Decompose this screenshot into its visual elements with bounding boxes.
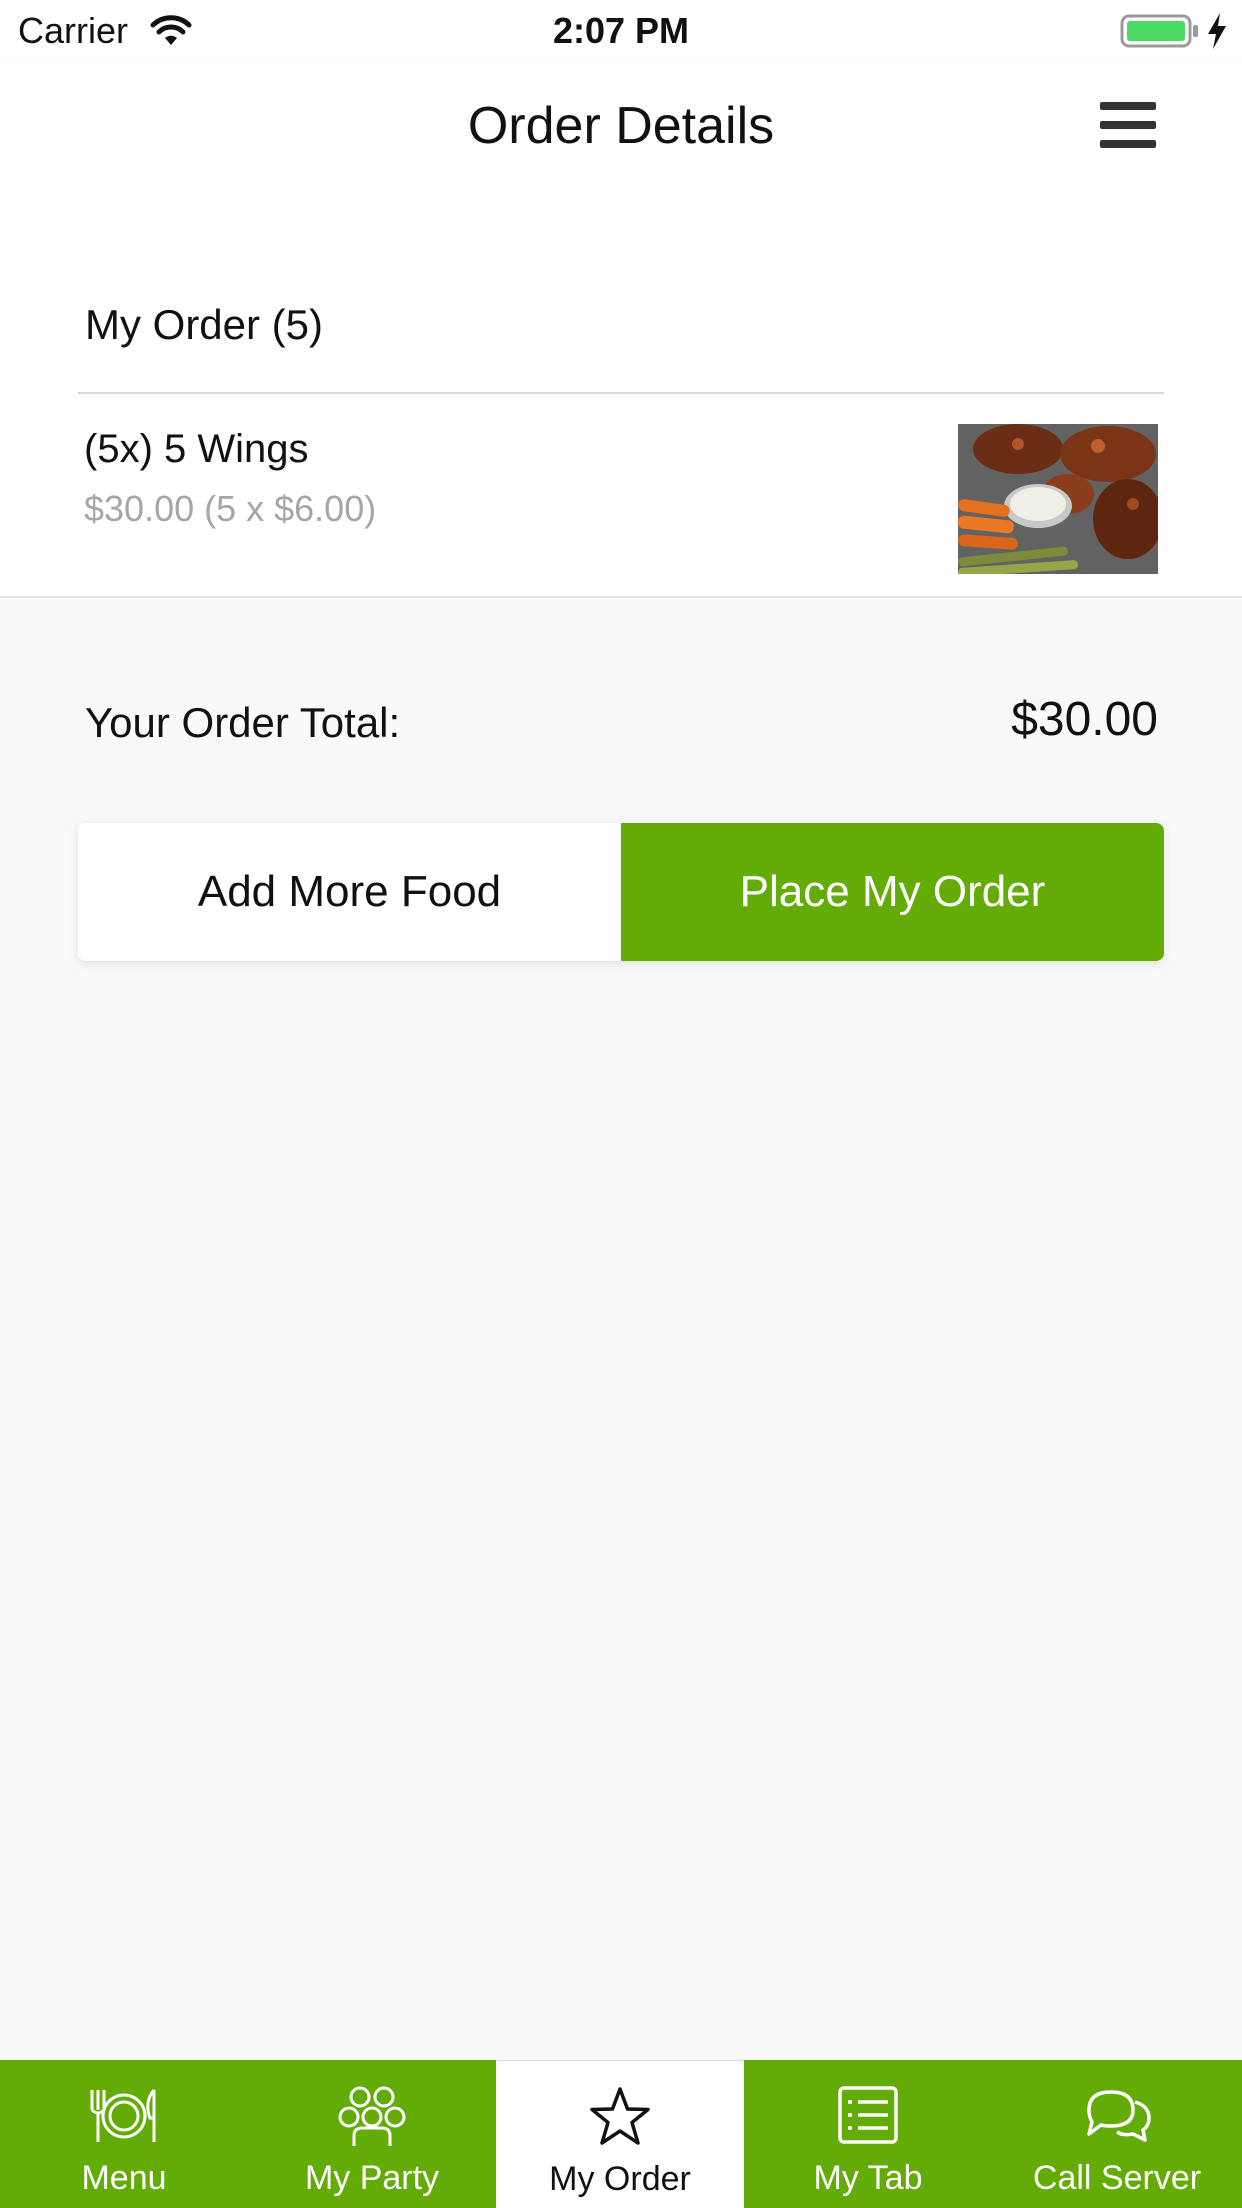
- charging-bolt-icon: [1208, 13, 1226, 49]
- order-item-image: [958, 424, 1158, 574]
- chat-bubbles-icon: [1087, 2090, 1151, 2142]
- tab-my-order[interactable]: My Order: [496, 2060, 744, 2208]
- tab-menu-label: Menu: [81, 2159, 167, 2197]
- order-item-name: (5x) 5 Wings: [84, 427, 309, 471]
- status-bar: Carrier 2:07 PM: [0, 0, 1242, 62]
- status-time: 2:07 PM: [552, 10, 690, 51]
- star-icon: [590, 2087, 650, 2145]
- party-people-icon: [338, 2086, 406, 2146]
- battery-icon: [1120, 14, 1198, 48]
- order-item-price: $30.00 (5 x $6.00): [84, 488, 377, 529]
- place-order-button[interactable]: Place My Order: [621, 823, 1164, 961]
- plate-cutlery-icon: [90, 2089, 156, 2142]
- tab-my-tab[interactable]: My Tab: [744, 2060, 992, 2208]
- tab-bar: Menu My Party My Order My Tab Call Serve…: [0, 2060, 1242, 2208]
- order-total-label: Your Order Total:: [85, 699, 401, 746]
- tab-my-party[interactable]: My Party: [248, 2060, 496, 2208]
- tab-my-tab-label: My Tab: [813, 2159, 923, 2197]
- order-item-row[interactable]: (5x) 5 Wings $30.00 (5 x $6.00): [0, 394, 1242, 594]
- nav-bar: Order Details: [0, 62, 1242, 192]
- order-card: My Order (5) (5x) 5 Wings $30.00 (5 x $6…: [0, 192, 1242, 598]
- tab-my-party-label: My Party: [304, 2159, 440, 2197]
- tab-call-server-label: Call Server: [1032, 2159, 1202, 2197]
- page-title: Order Details: [467, 97, 775, 155]
- tab-my-order-label: My Order: [549, 2160, 691, 2198]
- tab-menu[interactable]: Menu: [0, 2060, 248, 2208]
- add-more-food-button[interactable]: Add More Food: [78, 823, 621, 961]
- order-actions: Add More Food Place My Order: [78, 823, 1164, 961]
- tab-call-server[interactable]: Call Server: [992, 2060, 1242, 2208]
- order-total-value: $30.00: [1011, 693, 1158, 746]
- hamburger-menu-icon[interactable]: [1100, 100, 1156, 150]
- tab-list-icon: [838, 2086, 898, 2144]
- order-heading: My Order (5): [85, 301, 324, 348]
